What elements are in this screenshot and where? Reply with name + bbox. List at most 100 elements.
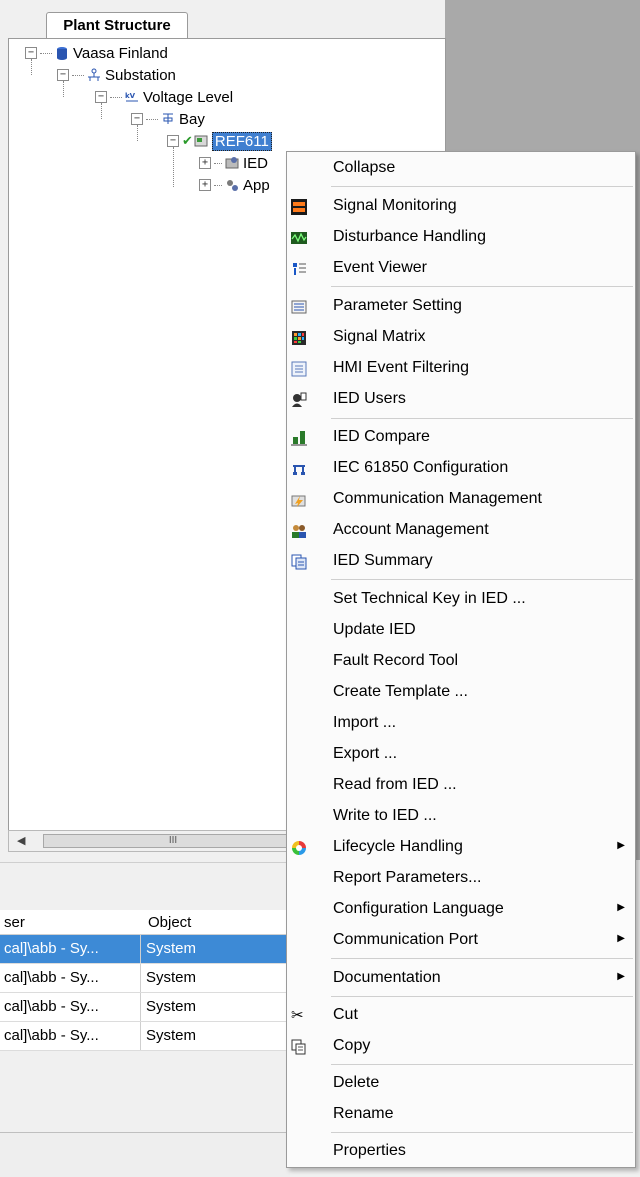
- menu-item-documentation[interactable]: Documentation ▶: [287, 964, 635, 992]
- menu-item-fault-record-tool[interactable]: Fault Record Tool: [287, 647, 635, 675]
- menu-item-lifecycle-handling[interactable]: Lifecycle Handling ▶: [287, 833, 635, 861]
- context-menu: Collapse Signal Monitoring Disturbance H…: [286, 151, 636, 1168]
- collapse-icon[interactable]: −: [131, 113, 143, 125]
- scrollbar-thumb[interactable]: III: [43, 834, 303, 848]
- menu-item-event-viewer[interactable]: Event Viewer: [287, 254, 635, 282]
- compare-scale-icon: [291, 430, 307, 446]
- menu-item-collapse[interactable]: Collapse: [287, 154, 635, 182]
- panel-toolbar: [0, 862, 290, 901]
- menu-item-hmi-event-filtering[interactable]: HMI Event Filtering: [287, 354, 635, 382]
- scroll-left-icon[interactable]: ◀: [17, 834, 25, 847]
- lifecycle-icon: [291, 840, 307, 856]
- menu-item-signal-monitoring[interactable]: Signal Monitoring: [287, 192, 635, 220]
- menu-item-import[interactable]: Import ...: [287, 709, 635, 737]
- menu-item-cut[interactable]: ✂ Cut: [287, 1001, 635, 1029]
- menu-item-create-template[interactable]: Create Template ...: [287, 678, 635, 706]
- tree-label-app: App: [243, 176, 270, 194]
- table-row[interactable]: cal]\abb - Sy... System: [0, 993, 290, 1022]
- cell-user: cal]\abb - Sy...: [4, 940, 99, 957]
- menu-item-communication-port[interactable]: Communication Port ▶: [287, 926, 635, 954]
- tree-node-substation[interactable]: − Substation: [57, 65, 176, 85]
- menu-separator: [331, 286, 633, 287]
- tree-label-bay: Bay: [179, 110, 205, 128]
- communication-icon: [291, 492, 307, 508]
- table-row[interactable]: cal]\abb - Sy... System: [0, 964, 290, 993]
- tree-node-voltage-level[interactable]: − kV Voltage Level: [95, 87, 233, 107]
- menu-item-parameter-setting[interactable]: Parameter Setting: [287, 292, 635, 320]
- menu-separator: [331, 958, 633, 959]
- application-icon: [225, 178, 239, 192]
- voltage-level-icon: kV: [125, 90, 139, 104]
- table-row[interactable]: cal]\abb - Sy... System: [0, 935, 290, 964]
- menu-item-write-to-ied[interactable]: Write to IED ...: [287, 802, 635, 830]
- status-strip: [0, 1132, 290, 1177]
- tree-node-ied[interactable]: + IED: [199, 153, 268, 173]
- scissors-icon: ✂: [291, 1007, 304, 1024]
- tree-node-bay[interactable]: − Bay: [131, 109, 205, 129]
- cell-user: cal]\abb - Sy...: [4, 969, 99, 986]
- cell-object: System: [146, 1027, 197, 1044]
- tree-label-ref611: REF611: [211, 131, 272, 151]
- collapse-icon[interactable]: −: [95, 91, 107, 103]
- disturbance-waveform-icon: [291, 230, 307, 246]
- expand-icon[interactable]: +: [199, 157, 211, 169]
- user-grid: ser Object cal]\abb - Sy... System cal]\…: [0, 910, 290, 1051]
- menu-item-properties[interactable]: Properties: [287, 1137, 635, 1165]
- menu-item-update-ied[interactable]: Update IED: [287, 616, 635, 644]
- grid-header: ser Object: [0, 910, 290, 935]
- submenu-arrow-icon: ▶: [617, 933, 625, 944]
- ied-device-icon: [194, 134, 208, 148]
- submenu-arrow-icon: ▶: [617, 840, 625, 851]
- collapse-icon[interactable]: −: [57, 69, 69, 81]
- menu-item-ied-compare[interactable]: IED Compare: [287, 423, 635, 451]
- menu-item-ied-summary[interactable]: IED Summary: [287, 547, 635, 575]
- account-users-icon: [291, 523, 307, 539]
- menu-separator: [331, 996, 633, 997]
- signal-matrix-icon: [291, 330, 307, 346]
- menu-item-disturbance-handling[interactable]: Disturbance Handling: [287, 223, 635, 251]
- cell-user: cal]\abb - Sy...: [4, 998, 99, 1015]
- menu-separator: [331, 1132, 633, 1133]
- signal-monitoring-icon: [291, 199, 307, 215]
- tree-label-root: Vaasa Finland: [73, 44, 168, 62]
- menu-item-ied-users[interactable]: IED Users: [287, 385, 635, 413]
- column-header-user[interactable]: ser: [4, 914, 25, 931]
- menu-item-read-from-ied[interactable]: Read from IED ...: [287, 771, 635, 799]
- expand-icon[interactable]: +: [199, 179, 211, 191]
- menu-item-iec-61850-configuration[interactable]: IEC 61850 Configuration: [287, 454, 635, 482]
- menu-item-copy[interactable]: Copy: [287, 1032, 635, 1060]
- tree-node-ref611[interactable]: − ✔ REF611: [167, 131, 272, 151]
- table-row[interactable]: cal]\abb - Sy... System: [0, 1022, 290, 1051]
- menu-separator: [331, 418, 633, 419]
- cell-user: cal]\abb - Sy...: [4, 1027, 99, 1044]
- menu-separator: [331, 1064, 633, 1065]
- cell-object: System: [146, 940, 197, 957]
- collapse-icon[interactable]: −: [25, 47, 37, 59]
- hmi-filter-icon: [291, 361, 307, 377]
- database-icon: [55, 46, 69, 60]
- collapse-icon[interactable]: −: [167, 135, 179, 147]
- menu-item-export[interactable]: Export ...: [287, 740, 635, 768]
- menu-item-report-parameters[interactable]: Report Parameters...: [287, 864, 635, 892]
- tree-label-voltage-level: Voltage Level: [143, 88, 234, 106]
- menu-item-rename[interactable]: Rename: [287, 1100, 635, 1128]
- menu-separator: [331, 579, 633, 580]
- menu-item-set-technical-key[interactable]: Set Technical Key in IED ...: [287, 585, 635, 613]
- tree-node-root[interactable]: − Vaasa Finland: [25, 43, 168, 63]
- ied-config-icon: [225, 156, 239, 170]
- tree-label-substation: Substation: [105, 66, 176, 84]
- menu-item-delete[interactable]: Delete: [287, 1069, 635, 1097]
- menu-item-communication-management[interactable]: Communication Management: [287, 485, 635, 513]
- menu-item-account-management[interactable]: Account Management: [287, 516, 635, 544]
- substation-icon: [87, 68, 101, 82]
- submenu-arrow-icon: ▶: [617, 971, 625, 982]
- checkmark-icon: ✔: [182, 133, 193, 148]
- parameter-setting-icon: [291, 299, 307, 315]
- tree-label-ied: IED: [243, 154, 269, 172]
- menu-item-configuration-language[interactable]: Configuration Language ▶: [287, 895, 635, 923]
- column-header-object[interactable]: Object: [148, 914, 191, 931]
- tree-node-app[interactable]: + App: [199, 175, 270, 195]
- menu-item-signal-matrix[interactable]: Signal Matrix: [287, 323, 635, 351]
- tab-plant-structure[interactable]: Plant Structure: [46, 12, 188, 41]
- bay-icon: [161, 112, 175, 126]
